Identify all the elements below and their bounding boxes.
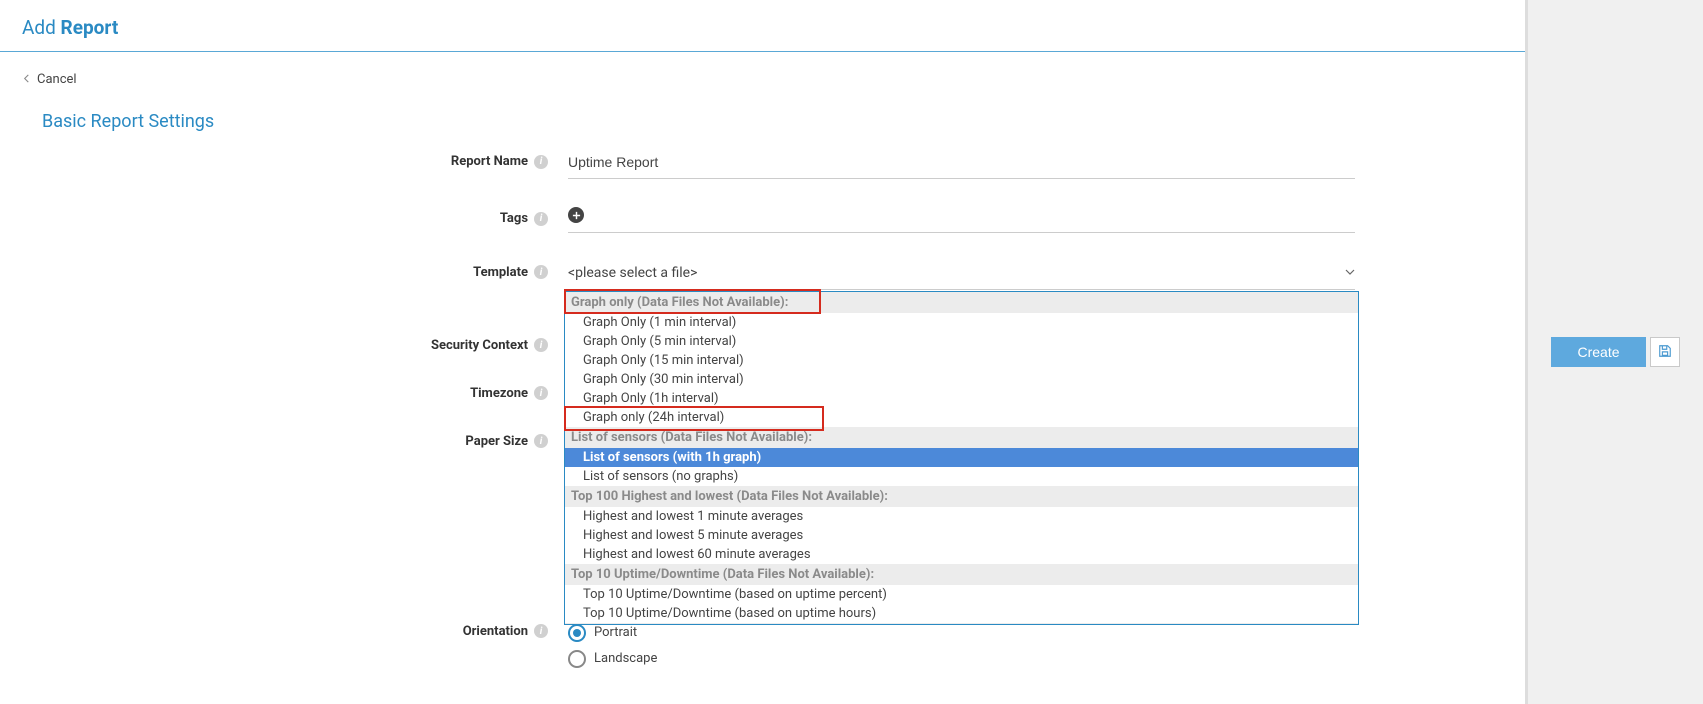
label-tags: Tags i [0,207,548,226]
template-selected-value: <please select a file> [568,265,697,281]
label-timezone: Timezone i [0,382,548,401]
info-icon[interactable]: i [534,624,548,638]
info-icon[interactable]: i [534,338,548,352]
dropdown-option[interactable]: Graph Only (30 min interval) [565,370,1358,389]
orientation-label: Portrait [594,625,637,640]
orientation-label: Landscape [594,651,657,666]
dropdown-group-header: Top 100 Highest and lowest (Data Files N… [565,486,1358,507]
label-paper-size: Paper Size i [0,430,548,449]
info-icon[interactable]: i [534,434,548,448]
info-icon[interactable]: i [534,155,548,169]
dropdown-option[interactable]: Graph Only (5 min interval) [565,332,1358,351]
report-name-input[interactable] [568,150,1355,179]
template-select[interactable]: <please select a file> [568,261,1355,290]
cancel-label: Cancel [37,72,77,87]
dropdown-option[interactable]: Highest and lowest 5 minute averages [565,526,1358,545]
info-icon[interactable]: i [534,265,548,279]
info-icon[interactable]: i [534,386,548,400]
dropdown-group-header: Top 100 Uptime/Downtime (Data Files Not … [565,623,1358,624]
dropdown-option[interactable]: Highest and lowest 60 minute averages [565,545,1358,564]
page-title-bold: Report [61,16,119,39]
dropdown-group-header: Graph only (Data Files Not Available): [565,292,1358,313]
label-security-context: Security Context i [0,334,548,353]
radio-icon [568,650,586,668]
page-title-prefix: Add [22,16,61,39]
divider [0,51,1525,52]
label-report-name: Report Name i [0,150,548,169]
create-button[interactable]: Create [1551,337,1645,367]
label-orientation: Orientation i [0,620,548,639]
radio-icon [568,624,586,642]
dropdown-group-header: Top 10 Uptime/Downtime (Data Files Not A… [565,564,1358,585]
dropdown-option[interactable]: Top 10 Uptime/Downtime (based on uptime … [565,604,1358,623]
dropdown-option[interactable]: List of sensors (no graphs) [565,467,1358,486]
dropdown-option[interactable]: Top 10 Uptime/Downtime (based on uptime … [565,585,1358,604]
save-button[interactable] [1650,337,1680,367]
dropdown-option[interactable]: List of sensors (with 1h graph) [565,448,1358,467]
section-heading: Basic Report Settings [0,111,1525,150]
dropdown-option[interactable]: Graph Only (15 min interval) [565,351,1358,370]
template-dropdown-list[interactable]: Graph only (Data Files Not Available):Gr… [565,292,1358,624]
template-dropdown-panel: Graph only (Data Files Not Available):Gr… [564,291,1359,625]
label-template: Template i [0,261,548,280]
page-title: Add Report [0,0,1525,51]
dropdown-option[interactable]: Graph Only (1 min interval) [565,313,1358,332]
dropdown-option[interactable]: Graph Only (1h interval) [565,389,1358,408]
dropdown-option[interactable]: Graph only (24h interval) [565,408,1358,427]
cancel-link[interactable]: Cancel [22,72,77,87]
chevron-left-icon [22,72,31,87]
chevron-down-icon [1345,265,1355,281]
form-area: Report Name i Tags i [0,150,1525,672]
dropdown-group-header: List of sensors (Data Files Not Availabl… [565,427,1358,448]
save-icon [1658,344,1672,361]
orientation-option[interactable]: Landscape [568,646,1355,672]
dropdown-option[interactable]: Highest and lowest 1 minute averages [565,507,1358,526]
right-sidebar: Create [1527,0,1703,704]
add-tag-button[interactable] [568,207,584,223]
info-icon[interactable]: i [534,212,548,226]
